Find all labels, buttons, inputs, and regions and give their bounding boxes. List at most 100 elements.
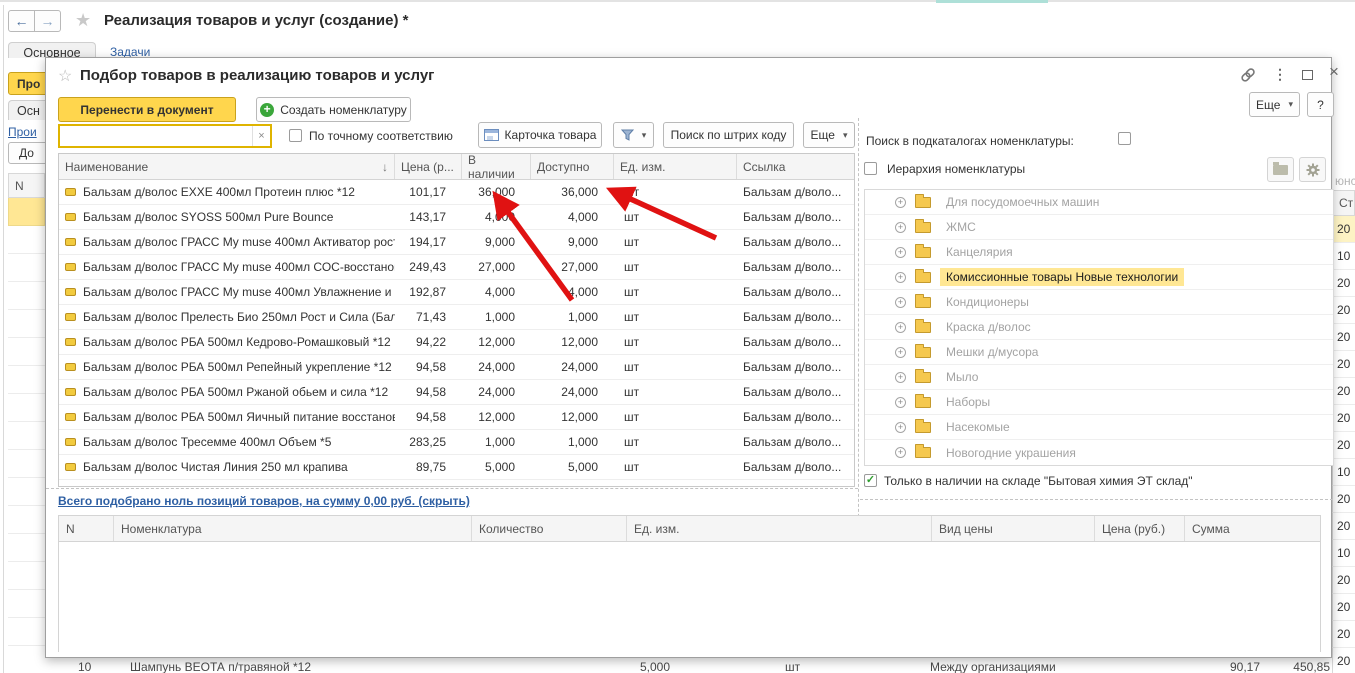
product-card-button[interactable]: Карточка товара (478, 122, 602, 148)
bottom-row-qty: 5,000 (600, 660, 670, 673)
selection-column-header[interactable]: Цена (руб.) (1095, 516, 1185, 541)
background-table-header-n: N (8, 173, 45, 198)
product-row[interactable]: Бальзам д/волос ГРАСС My muse 400мл Акти… (59, 230, 854, 255)
expand-icon[interactable]: + (895, 372, 906, 383)
expand-icon[interactable]: + (895, 297, 906, 308)
selection-summary-link[interactable]: Всего подобрано ноль позиций товаров, на… (58, 494, 470, 508)
help-button[interactable]: ? (1307, 92, 1334, 117)
product-row[interactable]: Бальзам д/волос РБА 500мл Яичный питание… (59, 405, 854, 430)
tree-item-folder[interactable]: +Мыло (865, 365, 1333, 390)
dialog-more-button[interactable]: Еще▾ (1249, 92, 1300, 117)
dialog-favorite-star-icon[interactable]: ☆ (58, 66, 72, 86)
expand-icon[interactable]: + (895, 247, 906, 258)
forward-button[interactable]: → (34, 10, 61, 32)
product-row[interactable]: Бальзам д/волос Тресемме 400мл Объем *52… (59, 430, 854, 455)
tree-item-folder[interactable]: +Канцелярия (865, 240, 1333, 265)
get-link-button[interactable] (1239, 67, 1257, 83)
background-empty-row (8, 338, 45, 366)
restore-window-button[interactable] (1300, 68, 1314, 82)
tree-item-label: Мешки д/мусора (940, 343, 1044, 361)
product-available: 1,000 (531, 305, 614, 329)
move-to-group-button[interactable] (1267, 157, 1294, 182)
tree-item-folder[interactable]: +Новогодние украшения (865, 440, 1333, 465)
product-unit: шт (614, 380, 737, 404)
hierarchy-checkbox[interactable] (864, 162, 877, 175)
column-header-name[interactable]: Наименование ↓ (59, 154, 395, 179)
post-and-close-label: Про (17, 77, 40, 91)
close-dialog-button[interactable]: × (1327, 63, 1341, 81)
pane-splitter[interactable] (858, 118, 859, 562)
product-row[interactable]: Бальзам д/волос Прелесть Био 250мл Рост … (59, 305, 854, 330)
document-title: Реализация товаров и услуг (создание) * (104, 12, 408, 29)
selection-column-header[interactable]: N (59, 516, 114, 541)
vat-value-cell: 20 (1332, 216, 1355, 243)
product-row[interactable]: Бальзам д/волос Чистая Линия 250 мл крап… (59, 455, 854, 480)
post-and-close-button[interactable]: Про (8, 72, 45, 95)
column-header-in-stock[interactable]: В наличии (462, 154, 531, 179)
barcode-search-button[interactable]: Поиск по штрих коду (663, 122, 794, 148)
tree-item-folder[interactable]: +Насекомые (865, 415, 1333, 440)
expand-icon[interactable]: + (895, 347, 906, 358)
product-row[interactable]: Бальзам д/волос РБА 500мл Репейный укреп… (59, 355, 854, 380)
expand-icon[interactable]: + (895, 222, 906, 233)
tree-item-folder[interactable]: + Мешки д/мусора (865, 340, 1333, 365)
clear-search-button[interactable]: × (252, 126, 270, 146)
tree-item-selected[interactable]: +Комиссионные товары Новые технологии (865, 265, 1333, 290)
expand-icon[interactable]: + (895, 272, 906, 283)
product-in-stock: 9,000 (462, 230, 531, 254)
background-link[interactable]: Прои (8, 125, 37, 139)
expand-icon[interactable]: + (895, 197, 906, 208)
nomenclature-item-icon (65, 463, 76, 471)
create-nomenclature-button[interactable]: + Создать номенклатуру (256, 97, 411, 122)
tree-item-folder[interactable]: +ЖМС (865, 215, 1333, 240)
selection-column-header[interactable]: Вид цены (932, 516, 1095, 541)
selection-column-header[interactable]: Количество (472, 516, 627, 541)
tree-item-folder[interactable]: +Краска д/волос (865, 315, 1333, 340)
background-tab-main[interactable]: Осн (8, 100, 45, 120)
vat-value-cell: 20 (1332, 594, 1355, 621)
folder-icon (915, 197, 931, 208)
search-field-wrap: × (58, 124, 272, 148)
tree-item-folder[interactable]: +Наборы (865, 390, 1333, 415)
expand-icon[interactable]: + (895, 397, 906, 408)
favorite-star-icon[interactable]: ★ (75, 10, 91, 31)
product-row[interactable]: Бальзам д/волос SYOSS 500мл Pure Bounce1… (59, 205, 854, 230)
filter-dropdown-button[interactable]: ▾ (613, 122, 654, 148)
selection-column-header[interactable]: Ед. изм. (627, 516, 932, 541)
tab-main[interactable]: Основное (8, 42, 96, 58)
tree-settings-button[interactable] (1299, 157, 1326, 182)
product-name: Бальзам д/волос Прелесть Био 250мл Рост … (83, 310, 395, 324)
selection-column-header[interactable]: Номенклатура (114, 516, 472, 541)
expand-icon[interactable]: + (895, 422, 906, 433)
search-input[interactable] (60, 126, 252, 146)
product-unit: шт (614, 180, 737, 204)
product-row[interactable]: Бальзам д/волос ГРАСС My muse 400мл Увла… (59, 280, 854, 305)
product-row[interactable]: Бальзам д/волос EXXE 400мл Протеин плюс … (59, 180, 854, 205)
tree-item-folder[interactable]: +Кондиционеры (865, 290, 1333, 315)
expand-icon[interactable]: + (895, 322, 906, 333)
subcatalog-search-checkbox[interactable] (1118, 132, 1131, 145)
exact-match-checkbox[interactable] (289, 129, 302, 142)
column-header-ref[interactable]: Ссылка (737, 154, 852, 179)
product-row[interactable]: Бальзам д/волос РБА 500мл Ржаной обьем и… (59, 380, 854, 405)
column-header-unit[interactable]: Ед. изм. (614, 154, 737, 179)
add-row-button[interactable]: До (8, 142, 45, 164)
expand-icon[interactable]: + (895, 447, 906, 458)
nomenclature-item-icon (65, 388, 76, 396)
background-empty-row (8, 282, 45, 310)
vat-column-values: 201020202020202020102020102020202020 (1332, 216, 1355, 673)
product-row[interactable]: Бальзам д/волос РБА 500мл Кедрово-Ромашк… (59, 330, 854, 355)
window-menu-button[interactable]: ⋮ (1274, 65, 1286, 83)
background-selected-row[interactable] (8, 198, 45, 226)
transfer-to-document-button[interactable]: Перенести в документ (58, 97, 236, 122)
back-button[interactable]: ← (8, 10, 35, 32)
product-row[interactable]: Бальзам д/волос ГРАСС My muse 400мл СОС-… (59, 255, 854, 280)
tree-item-folder[interactable]: +Для посудомоечных машин (865, 190, 1333, 215)
selection-column-header[interactable]: Сумма (1185, 516, 1320, 541)
right-pane-separator (860, 499, 1333, 500)
column-header-available[interactable]: Доступно (531, 154, 614, 179)
product-row[interactable]: Бальзам д/волос Чистая Линия 200 мл 6*12… (59, 480, 854, 487)
column-header-price[interactable]: Цена (р... (395, 154, 462, 179)
stock-only-checkbox[interactable]: ✓ (864, 474, 877, 487)
table-more-button[interactable]: Еще▾ (803, 122, 855, 148)
